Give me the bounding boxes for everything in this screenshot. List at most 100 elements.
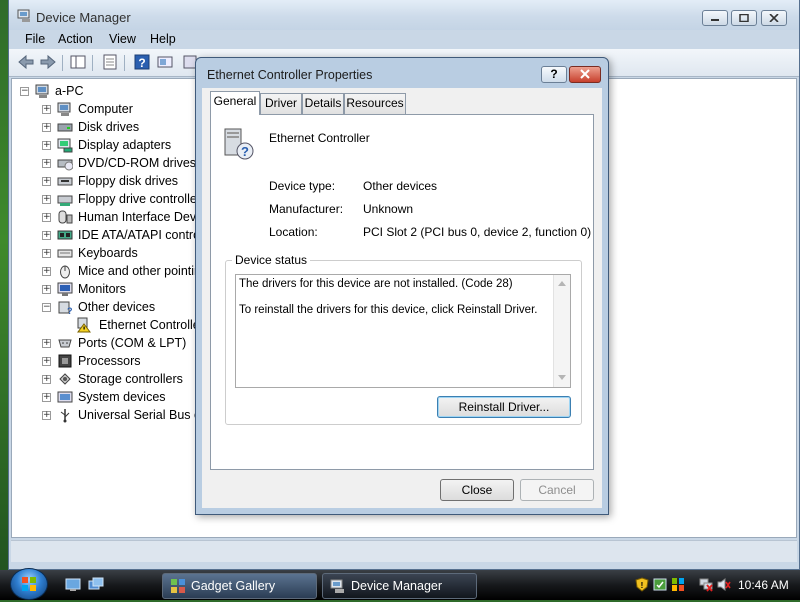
clock[interactable]: 10:46 AM xyxy=(738,578,789,592)
help-icon[interactable]: ? xyxy=(133,53,151,71)
properties-icon[interactable] xyxy=(101,53,119,71)
floppy-disk-icon xyxy=(57,177,73,186)
unknown-device-icon: ? xyxy=(224,128,254,160)
show-desktop-icon[interactable] xyxy=(65,577,81,592)
tab-details[interactable]: Details xyxy=(302,93,344,114)
warning-device-icon xyxy=(77,317,91,333)
windows-logo-icon xyxy=(22,577,36,591)
tab-resources[interactable]: Resources xyxy=(344,93,406,114)
back-arrow-icon[interactable] xyxy=(17,53,35,71)
reinstall-driver-button[interactable]: Reinstall Driver... xyxy=(437,396,571,418)
tree-item-label: Computer xyxy=(78,102,133,116)
device-type-value: Other devices xyxy=(363,179,438,193)
tree-item-label: Floppy drive controllers xyxy=(78,192,208,206)
tree-item-label: Ethernet Controller xyxy=(99,318,204,332)
security-shield-icon[interactable]: ! xyxy=(635,577,649,592)
taskbar-device-manager[interactable]: Device Manager xyxy=(322,573,477,599)
close-button[interactable] xyxy=(761,10,787,26)
status-message-line: The drivers for this device are not inst… xyxy=(239,278,513,290)
expand-icon[interactable]: + xyxy=(42,141,51,150)
taskbar-item-label: Gadget Gallery xyxy=(191,579,276,593)
system-device-icon xyxy=(57,391,73,403)
mouse-icon xyxy=(60,265,70,279)
expand-icon[interactable]: + xyxy=(42,213,51,222)
close-dialog-button[interactable]: Close xyxy=(440,479,514,501)
menu-action[interactable]: Action xyxy=(58,32,93,46)
device-status-group: Device status The drivers for this devic… xyxy=(225,253,582,425)
title-bar[interactable]: Device Manager xyxy=(9,0,799,30)
taskbar-item-label: Device Manager xyxy=(351,579,443,593)
scan-hardware-icon[interactable] xyxy=(156,53,174,71)
show-hide-tree-icon[interactable] xyxy=(69,53,87,71)
device-status-textbox[interactable]: The drivers for this device are not inst… xyxy=(235,274,571,388)
menu-view[interactable]: View xyxy=(109,32,136,46)
tab-general[interactable]: General xyxy=(210,91,260,115)
menu-help[interactable]: Help xyxy=(150,32,176,46)
device-type-label: Device type: xyxy=(269,179,336,193)
network-disconnected-icon[interactable] xyxy=(699,577,713,592)
expand-icon[interactable]: + xyxy=(42,339,51,348)
update-icon[interactable] xyxy=(653,577,667,592)
dialog-help-button[interactable]: ? xyxy=(541,66,567,83)
unknown-device-icon: ? xyxy=(58,301,73,315)
scroll-up-arrow-icon[interactable] xyxy=(558,281,566,286)
close-icon xyxy=(580,69,590,79)
usb-icon xyxy=(60,409,70,423)
expand-icon[interactable]: + xyxy=(42,357,51,366)
tree-item-label: Ports (COM & LPT) xyxy=(78,336,187,350)
forward-arrow-icon[interactable] xyxy=(39,53,57,71)
location-value: PCI Slot 2 (PCI bus 0, device 2, functio… xyxy=(363,225,592,239)
floppy-controller-icon xyxy=(57,195,73,206)
display-adapter-icon xyxy=(57,138,73,153)
keyboard-icon xyxy=(57,249,73,258)
processor-icon xyxy=(58,354,72,368)
collapse-icon[interactable]: − xyxy=(42,303,51,312)
toolbar-separator xyxy=(124,55,125,71)
taskbar-gadget-gallery[interactable]: Gadget Gallery xyxy=(162,573,317,599)
dialog-close-button[interactable] xyxy=(569,66,601,83)
start-button[interactable] xyxy=(10,568,48,600)
tree-item-label: Storage controllers xyxy=(78,372,183,386)
status-bar xyxy=(11,540,797,562)
monitor-icon xyxy=(57,282,73,296)
windows-sidebar-icon[interactable] xyxy=(671,577,685,592)
expand-icon[interactable]: + xyxy=(42,267,51,276)
collapse-icon[interactable]: − xyxy=(20,87,29,96)
expand-icon[interactable]: + xyxy=(42,231,51,240)
switch-windows-icon[interactable] xyxy=(88,577,104,592)
maximize-button[interactable] xyxy=(731,10,757,26)
expand-icon[interactable]: + xyxy=(42,159,51,168)
menu-bar: File Action View Help xyxy=(9,30,799,49)
expand-icon[interactable]: + xyxy=(42,249,51,258)
status-scrollbar[interactable] xyxy=(553,275,570,387)
expand-icon[interactable]: + xyxy=(42,177,51,186)
tree-item-label: System devices xyxy=(78,390,166,404)
scroll-down-arrow-icon[interactable] xyxy=(558,375,566,380)
expand-icon[interactable]: + xyxy=(42,411,51,420)
cancel-button[interactable]: Cancel xyxy=(520,479,594,501)
tree-item-label: Display adapters xyxy=(78,138,172,152)
window-title: Device Manager xyxy=(36,10,131,25)
device-manager-icon xyxy=(330,579,344,593)
expand-icon[interactable]: + xyxy=(42,375,51,384)
expand-icon[interactable]: + xyxy=(42,105,51,114)
expand-icon[interactable]: + xyxy=(42,393,51,402)
expand-icon[interactable]: + xyxy=(42,285,51,294)
hid-icon xyxy=(58,210,73,224)
ide-controller-icon xyxy=(57,230,73,240)
device-status-label: Device status xyxy=(232,253,311,267)
expand-icon[interactable]: + xyxy=(42,195,51,204)
svg-text:?: ? xyxy=(241,144,249,159)
tree-item-label: DVD/CD-ROM drives xyxy=(78,156,197,170)
manufacturer-value: Unknown xyxy=(363,202,414,216)
volume-icon[interactable] xyxy=(717,577,731,592)
tree-item-label: Keyboards xyxy=(78,246,138,260)
tree-item-label: Other devices xyxy=(78,300,156,314)
tree-item-label: Monitors xyxy=(78,282,126,296)
minimize-button[interactable] xyxy=(702,10,728,26)
expand-icon[interactable]: + xyxy=(42,123,51,132)
menu-file[interactable]: File xyxy=(25,32,45,46)
toolbar-separator xyxy=(62,55,63,71)
tab-driver[interactable]: Driver xyxy=(260,93,302,114)
general-tab-panel: ? Ethernet Controller Device type: Other… xyxy=(210,114,594,470)
